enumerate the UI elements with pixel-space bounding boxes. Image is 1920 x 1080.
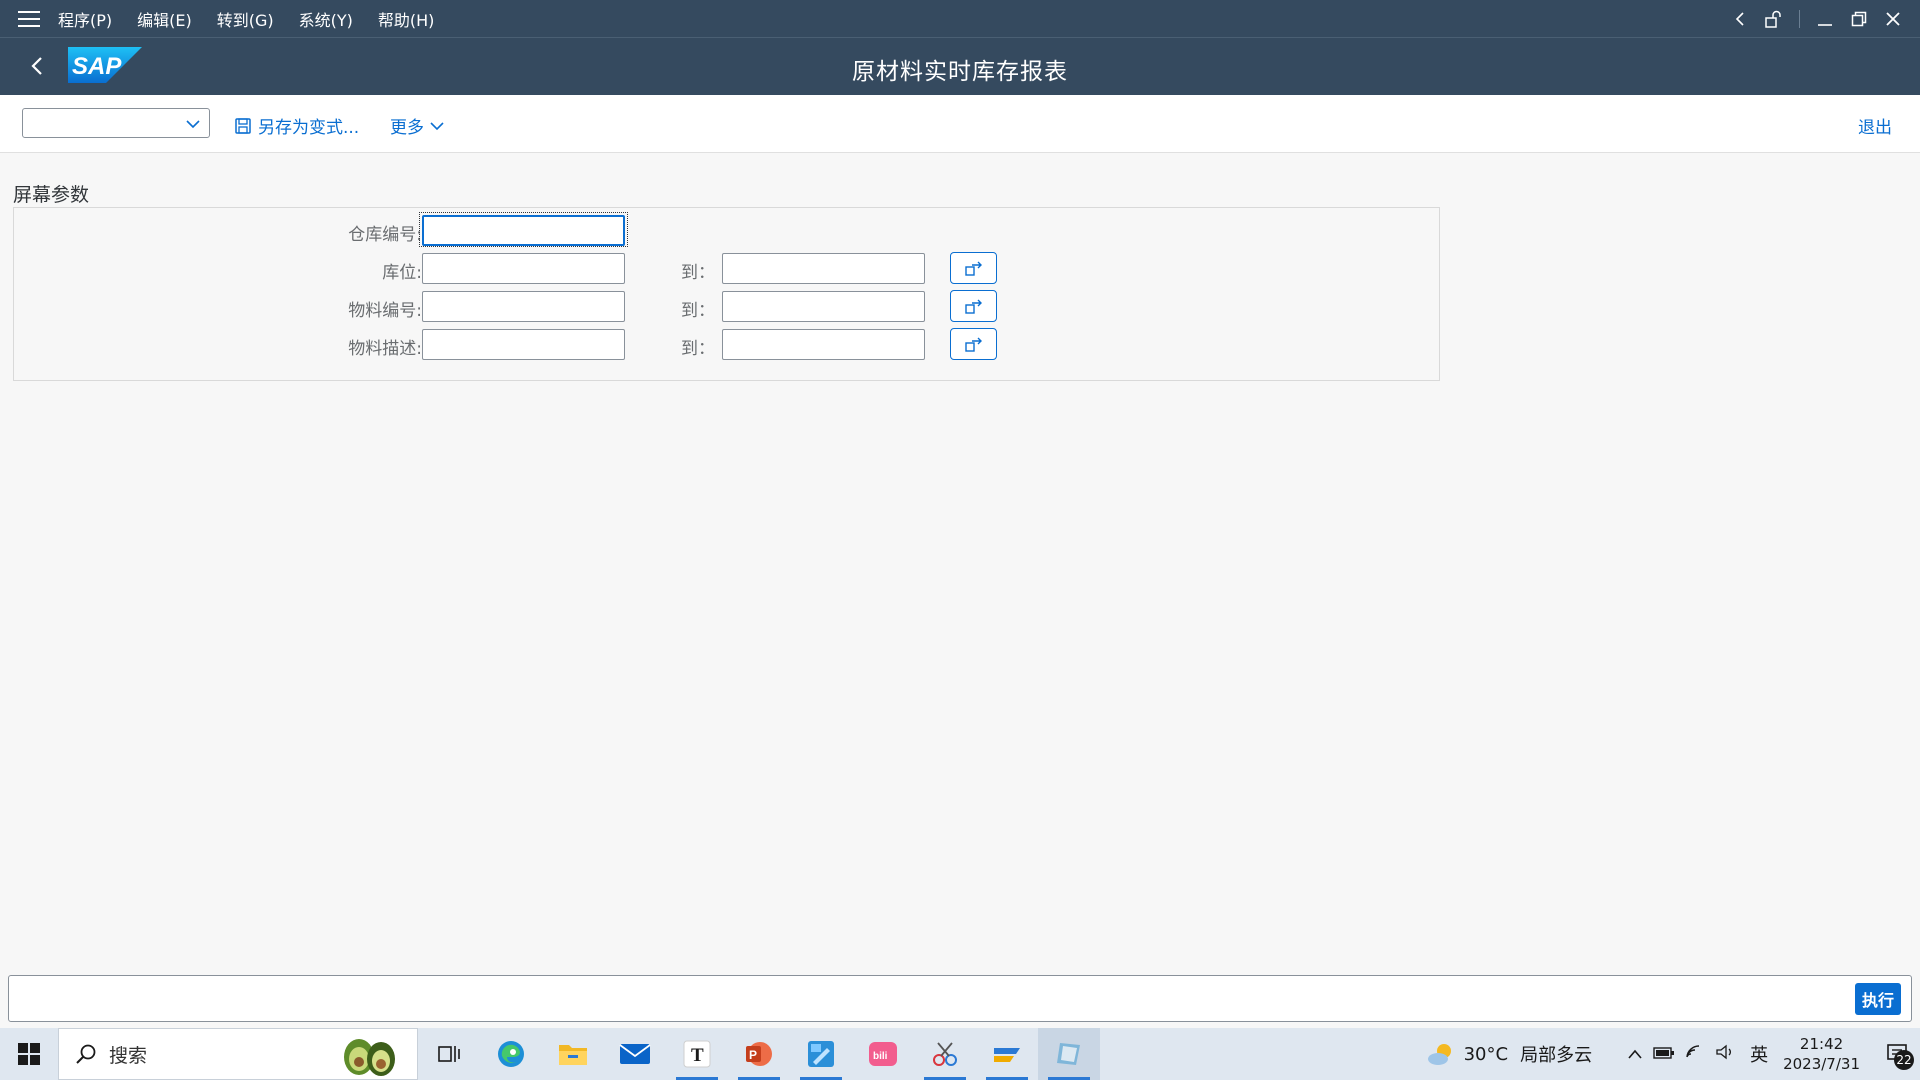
hamburger-menu-icon[interactable] [18, 10, 40, 27]
save-icon [234, 117, 252, 135]
avocado-search-highlight-icon [339, 1033, 399, 1080]
page-title: 原材料实时库存报表 [852, 59, 1068, 85]
collapse-left-icon[interactable] [1723, 0, 1757, 37]
storage-location-multiple-selection-button[interactable] [950, 252, 997, 284]
clock-time: 21:42 [1799, 1035, 1844, 1053]
material-description-multiple-selection-button[interactable] [950, 328, 997, 360]
snipping-tool-icon[interactable] [914, 1028, 976, 1080]
search-icon [75, 1043, 97, 1065]
storage-location-to-input[interactable] [722, 253, 925, 284]
weather-temperature: 30°C [1463, 1043, 1509, 1065]
start-button[interactable] [0, 1028, 58, 1080]
system-tray: 30°C 局部多云 英 21:42 2023/7/31 22 [1426, 1028, 1920, 1080]
typora-icon[interactable]: T [666, 1028, 728, 1080]
svg-text:T: T [691, 1045, 704, 1066]
search-label: 搜索 [109, 1044, 148, 1067]
material-description-label: 物料描述: [348, 339, 422, 359]
storage-location-to-label: 到： [681, 263, 715, 283]
battery-icon[interactable] [1653, 1045, 1675, 1064]
chevron-up-icon[interactable] [1627, 1045, 1643, 1064]
chevron-down-icon [430, 120, 444, 132]
bilibili-icon[interactable]: bili [852, 1028, 914, 1080]
system-clock[interactable]: 21:42 2023/7/31 [1783, 1034, 1860, 1074]
minimize-icon[interactable] [1808, 0, 1842, 37]
window-controls [1723, 0, 1920, 37]
storage-location-from-input[interactable] [422, 253, 625, 284]
windows-taskbar: 搜索 T P bili 30°C 局部多云 英 21:42 2023/7/31 … [0, 1028, 1920, 1080]
edge-browser-icon[interactable] [480, 1028, 542, 1080]
material-number-to-label: 到： [681, 301, 715, 321]
restore-icon[interactable] [1842, 0, 1876, 37]
variant-dropdown[interactable] [22, 108, 210, 138]
material-description-from-input[interactable] [422, 329, 625, 360]
storage-location-label: 库位: [382, 263, 422, 283]
menu-bar: 程序(P) 编辑(E) 转到(G) 系统(Y) 帮助(H) [0, 0, 1920, 37]
drawing-app-icon[interactable] [790, 1028, 852, 1080]
close-icon[interactable] [1876, 0, 1910, 37]
svg-text:P: P [749, 1048, 757, 1062]
notification-center-button[interactable]: 22 [1876, 1028, 1920, 1080]
unlock-icon[interactable] [1757, 0, 1791, 37]
title-bar: SAP 原材料实时库存报表 [0, 37, 1920, 95]
menu-edit[interactable]: 编辑(E) [137, 7, 192, 31]
notification-count-badge: 22 [1894, 1050, 1914, 1070]
material-description-to-input[interactable] [722, 329, 925, 360]
task-view-icon[interactable] [418, 1028, 480, 1080]
material-number-multiple-selection-button[interactable] [950, 290, 997, 322]
multiple-selection-icon [964, 335, 984, 353]
input-method-indicator[interactable]: 英 [1750, 1041, 1768, 1067]
menu-program[interactable]: 程序(P) [58, 7, 112, 31]
chevron-down-icon [185, 116, 201, 135]
partly-cloudy-icon [1426, 1041, 1456, 1067]
toolbar: 另存为变式... 更多 退出 [0, 95, 1920, 153]
taskbar-search-box[interactable]: 搜索 [58, 1028, 418, 1080]
sap-logon-icon[interactable] [976, 1028, 1038, 1080]
wifi-icon[interactable] [1685, 1044, 1705, 1064]
weather-description: 局部多云 [1520, 1045, 1593, 1066]
material-description-to-label: 到： [681, 339, 715, 359]
material-number-label: 物料编号: [348, 301, 422, 321]
menu-system[interactable]: 系统(Y) [299, 7, 353, 31]
execute-button[interactable]: 执行 [1855, 983, 1901, 1015]
more-label: 更多 [390, 118, 424, 138]
save-as-variant-label: 另存为变式... [258, 118, 360, 138]
powerpoint-icon[interactable]: P [728, 1028, 790, 1080]
file-explorer-icon[interactable] [542, 1028, 604, 1080]
multiple-selection-icon [964, 297, 984, 315]
svg-text:bili: bili [873, 1051, 888, 1062]
material-number-from-input[interactable] [422, 291, 625, 322]
section-title: 屏幕参数 [13, 184, 90, 206]
more-button[interactable]: 更多 [390, 113, 444, 138]
multiple-selection-icon [964, 259, 984, 277]
menu-goto[interactable]: 转到(G) [217, 7, 274, 31]
menu-help[interactable]: 帮助(H) [378, 7, 435, 31]
volume-icon[interactable] [1715, 1044, 1735, 1064]
weather-widget[interactable]: 30°C 局部多云 [1426, 1041, 1592, 1067]
sap-gui-icon[interactable] [1038, 1028, 1100, 1080]
menu-items: 程序(P) 编辑(E) 转到(G) 系统(Y) 帮助(H) [58, 7, 459, 31]
controls-divider [1799, 9, 1800, 28]
command-field-input[interactable] [15, 982, 1815, 1015]
warehouse-number-label: 仓库编号: [348, 225, 422, 245]
screen-parameters-panel: 仓库编号: 库位: 到： 物料编号: 到： 物料描述: 到： [13, 207, 1440, 381]
command-field-area: 执行 [8, 975, 1912, 1022]
save-as-variant-button[interactable]: 另存为变式... [234, 113, 359, 138]
warehouse-number-input[interactable] [422, 215, 625, 246]
mail-icon[interactable] [604, 1028, 666, 1080]
material-number-to-input[interactable] [722, 291, 925, 322]
clock-date: 2023/7/31 [1783, 1055, 1860, 1073]
exit-button[interactable]: 退出 [1858, 113, 1892, 138]
windows-logo-icon [18, 1043, 40, 1065]
